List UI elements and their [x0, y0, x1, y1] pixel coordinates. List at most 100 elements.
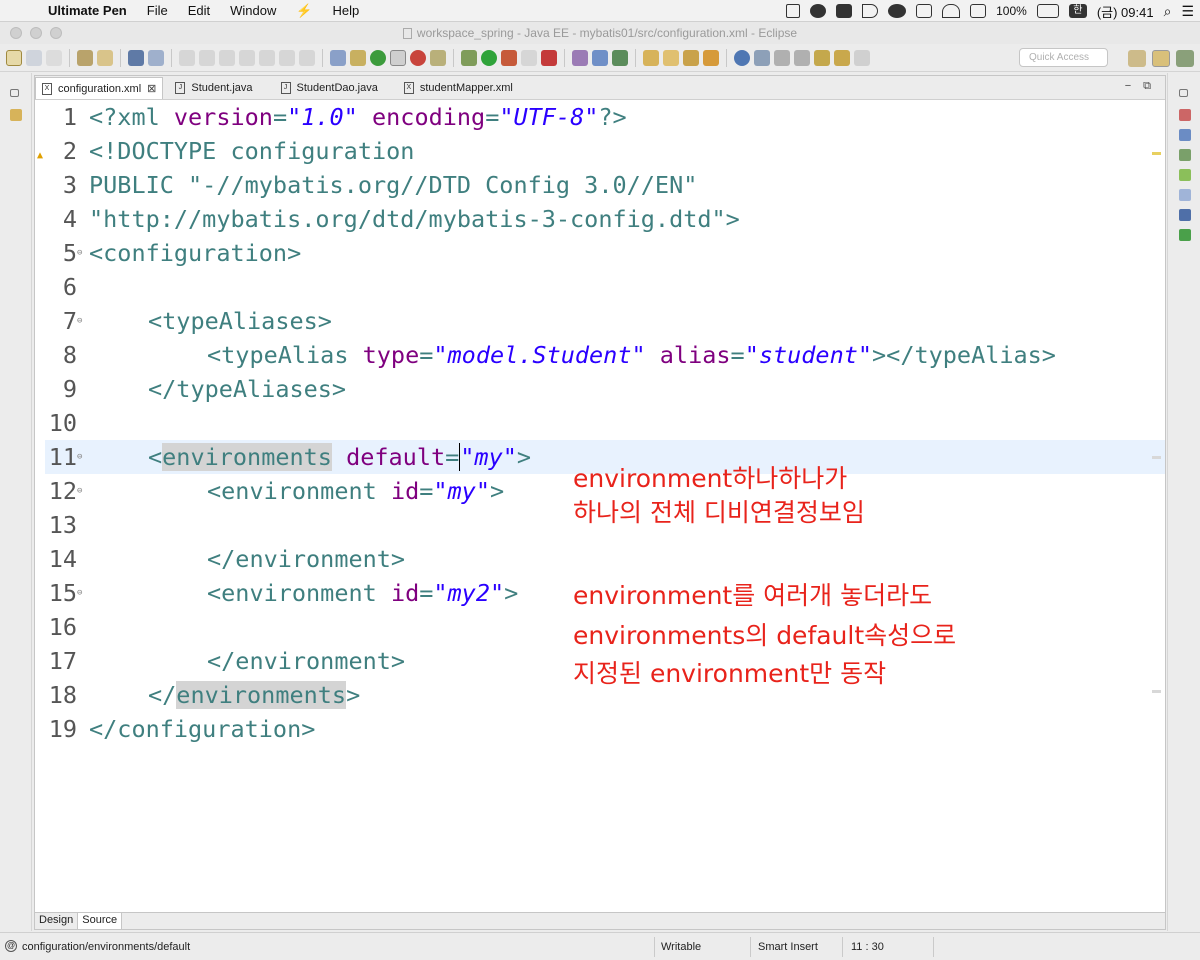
open-type-icon[interactable]: [97, 49, 113, 66]
tab-studentdao-java[interactable]: J StudentDao.java: [275, 77, 384, 99]
coverage-icon[interactable]: [541, 49, 557, 66]
command-icon[interactable]: [836, 4, 853, 18]
run-configurations-icon[interactable]: [501, 49, 517, 66]
web-browser-icon[interactable]: [410, 49, 426, 66]
step-into-icon[interactable]: [259, 49, 275, 66]
suspend-icon[interactable]: [199, 49, 215, 66]
minimize-icon[interactable]: −: [1125, 80, 1131, 93]
save-icon[interactable]: [26, 49, 42, 66]
console-view-icon[interactable]: [1179, 209, 1191, 221]
fold-toggle-icon[interactable]: ⊖: [77, 248, 82, 258]
fold-toggle-icon[interactable]: ⊖: [77, 588, 82, 598]
highlight-icon[interactable]: [703, 49, 719, 66]
project-explorer-icon[interactable]: [10, 109, 22, 121]
tab-source[interactable]: Source: [78, 913, 123, 929]
square-icon[interactable]: [916, 4, 933, 18]
overview-marker[interactable]: [1152, 456, 1161, 459]
task-list-icon[interactable]: [1179, 129, 1191, 141]
fold-toggle-icon[interactable]: ⊖: [77, 452, 82, 462]
tab-student-java[interactable]: J Student.java: [169, 77, 258, 99]
next-annotation-icon[interactable]: [774, 49, 790, 66]
skip-breakpoints-icon[interactable]: [148, 49, 164, 66]
external-tools-icon[interactable]: [521, 49, 537, 66]
globe-icon[interactable]: [734, 49, 750, 66]
markers-icon[interactable]: [1179, 149, 1191, 161]
tab-configuration-xml[interactable]: X configuration.xml ⊠: [35, 77, 164, 99]
restore-icon[interactable]: [1179, 89, 1188, 97]
step-over-icon[interactable]: [279, 49, 295, 66]
battery-icon[interactable]: [1036, 4, 1059, 18]
menu-file[interactable]: File: [137, 3, 178, 18]
show-whitespace-icon[interactable]: [390, 49, 406, 66]
tab-design[interactable]: Design: [35, 913, 79, 929]
fold-toggle-icon[interactable]: ⊖: [77, 316, 82, 326]
restore-icon[interactable]: [10, 89, 19, 97]
line-number: 2: [62, 137, 77, 165]
zoom-window-button[interactable]: [50, 27, 62, 39]
format-icon[interactable]: [330, 49, 346, 66]
servers-icon[interactable]: [1179, 169, 1191, 181]
outline-icon[interactable]: [1179, 109, 1191, 121]
menu-window[interactable]: Window: [220, 3, 286, 18]
spotlight-icon[interactable]: ⌕: [1164, 3, 1172, 20]
console-icon[interactable]: [128, 49, 144, 66]
resume-icon[interactable]: [179, 49, 195, 66]
open-perspective-icon[interactable]: [1128, 50, 1146, 67]
terminate-icon[interactable]: [219, 49, 235, 66]
code-line: 3 PUBLIC "-//mybatis.org//DTD Config 3.0…: [35, 168, 1155, 202]
new-package-icon[interactable]: [592, 49, 608, 66]
cloud-icon[interactable]: [888, 4, 907, 18]
airplay-icon[interactable]: [970, 4, 987, 18]
menu-app-name[interactable]: Ultimate Pen: [40, 3, 137, 18]
close-window-button[interactable]: [10, 27, 22, 39]
new-icon[interactable]: [6, 49, 22, 66]
fold-toggle-icon[interactable]: ⊖: [77, 486, 82, 496]
java-ee-perspective-icon[interactable]: [1152, 50, 1170, 67]
debug-icon[interactable]: [461, 49, 477, 66]
dropbox-icon[interactable]: [786, 4, 801, 18]
menu-edit[interactable]: Edit: [178, 3, 220, 18]
menu-help[interactable]: Help: [323, 3, 370, 18]
javadoc-icon[interactable]: [430, 49, 446, 66]
menu-clock[interactable]: (금) 09:41: [1097, 2, 1154, 21]
d-app-icon[interactable]: [862, 4, 879, 18]
line-number: 16: [48, 613, 77, 641]
last-edit-icon[interactable]: [814, 49, 830, 66]
battery-percent: 100%: [996, 4, 1027, 18]
minimize-window-button[interactable]: [30, 27, 42, 39]
open-file-icon[interactable]: [663, 49, 679, 66]
new-java-project-icon[interactable]: [572, 49, 588, 66]
search-icon[interactable]: [754, 49, 770, 66]
progress-icon[interactable]: [1179, 229, 1191, 241]
code-line: 4 "http://mybatis.org/dtd/mybatis-3-conf…: [35, 202, 1155, 236]
back-icon[interactable]: [834, 49, 850, 66]
close-icon[interactable]: ⊠: [147, 82, 156, 95]
save-all-icon[interactable]: [46, 49, 62, 66]
step-return-icon[interactable]: [299, 49, 315, 66]
git-perspective-icon[interactable]: [1176, 50, 1194, 67]
build-icon[interactable]: [77, 49, 93, 66]
pen-icon[interactable]: [683, 49, 699, 66]
script-icon[interactable]: ⚡: [286, 3, 322, 19]
chat-icon[interactable]: [810, 4, 827, 18]
insert-mode-status[interactable]: Smart Insert: [758, 941, 818, 953]
disconnect-icon[interactable]: [239, 49, 255, 66]
open-folder-icon[interactable]: [643, 49, 659, 66]
quick-access-input[interactable]: Quick Access: [1019, 48, 1108, 67]
notification-center-icon[interactable]: ☰: [1181, 3, 1194, 20]
prev-annotation-icon[interactable]: [794, 49, 810, 66]
run-icon[interactable]: [481, 49, 497, 66]
overview-marker[interactable]: [1152, 152, 1161, 155]
input-source-indicator[interactable]: 한: [1068, 4, 1087, 18]
data-source-icon[interactable]: [1179, 189, 1191, 201]
new-class-icon[interactable]: [612, 49, 628, 66]
overview-marker[interactable]: [1152, 690, 1161, 693]
wifi-icon[interactable]: [942, 4, 961, 18]
forward-icon[interactable]: [854, 49, 870, 66]
annotation-icon[interactable]: [350, 49, 366, 66]
tab-studentmapper-xml[interactable]: X studentMapper.xml: [398, 77, 519, 99]
source-editor[interactable]: ▲ 1 <?xml version="1.0" encoding="UTF-8"…: [35, 100, 1165, 912]
maximize-icon[interactable]: ⧉: [1143, 80, 1151, 93]
status-separator: [842, 937, 843, 957]
server-start-icon[interactable]: [370, 49, 386, 66]
